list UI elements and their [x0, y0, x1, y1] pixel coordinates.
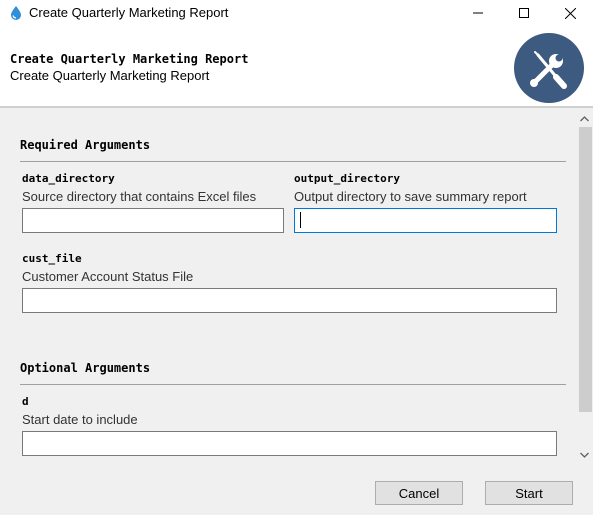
arguments-panel: Required Arguments data_directory Source… [0, 108, 576, 463]
app-drop-icon [8, 5, 24, 21]
cancel-button[interactable]: Cancel [375, 481, 463, 505]
scrollbar-thumb[interactable] [579, 127, 592, 412]
cust-file-input[interactable] [22, 288, 557, 313]
minimize-button[interactable] [455, 0, 501, 26]
maximize-button[interactable] [501, 0, 547, 26]
optional-divider [20, 384, 566, 385]
start-button[interactable]: Start [485, 481, 573, 505]
maximize-icon [519, 8, 529, 18]
title-bar: Create Quarterly Marketing Report [0, 0, 593, 26]
scroll-down-button[interactable] [576, 446, 593, 463]
chevron-up-icon [580, 115, 589, 121]
data-directory-input[interactable] [22, 208, 284, 233]
window-title: Create Quarterly Marketing Report [29, 5, 229, 20]
cust-file-label: cust_file [22, 252, 82, 265]
text-caret [300, 212, 301, 228]
output-directory-help: Output directory to save summary report [294, 189, 527, 204]
header-title: Create Quarterly Marketing Report [10, 52, 249, 66]
optional-arguments-heading: Optional Arguments [20, 361, 151, 375]
d-help: Start date to include [22, 412, 138, 427]
tools-icon [514, 33, 584, 103]
data-directory-help: Source directory that contains Excel fil… [22, 189, 257, 204]
chevron-down-icon [580, 452, 589, 458]
close-icon [564, 7, 576, 19]
start-date-input[interactable] [22, 431, 557, 456]
output-directory-input[interactable] [294, 208, 557, 233]
header-subtitle: Create Quarterly Marketing Report [10, 68, 210, 83]
output-directory-label: output_directory [294, 172, 400, 185]
scroll-up-button[interactable] [576, 110, 593, 127]
close-button[interactable] [547, 0, 593, 26]
minimize-icon [473, 12, 483, 14]
d-label: d [22, 395, 29, 408]
required-divider [20, 161, 566, 162]
required-arguments-heading: Required Arguments [20, 138, 151, 152]
cust-file-help: Customer Account Status File [22, 269, 194, 284]
dialog-header: Create Quarterly Marketing Report Create… [0, 26, 593, 106]
data-directory-label: data_directory [22, 172, 115, 185]
